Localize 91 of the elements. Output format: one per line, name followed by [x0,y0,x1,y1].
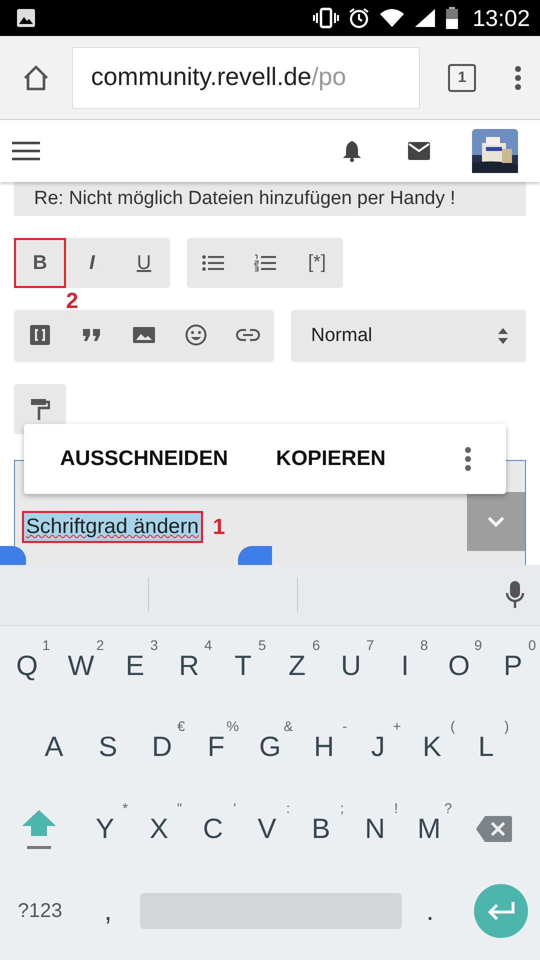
key[interactable]: H - [297,712,351,782]
key[interactable]: . [402,876,458,946]
key[interactable]: B ; [294,794,348,864]
image-icon [16,8,36,28]
key-hint: * [122,800,128,816]
key[interactable]: I 8 [378,631,432,701]
key-hint: : [286,800,290,816]
key[interactable]: O 9 [432,631,486,701]
alarm-icon [348,7,370,29]
key-hint: " [177,800,182,816]
key[interactable]: M ? [402,794,456,864]
key-hint: ) [504,718,509,734]
tab-count-button[interactable]: 1 [448,64,476,92]
image-icon [133,327,155,343]
expand-button[interactable] [467,492,525,551]
paint-roller-icon [30,398,50,420]
key-hint: ! [394,800,398,816]
key[interactable]: X " [132,794,186,864]
sort-arrows-icon [498,328,508,344]
menu-icon[interactable] [12,141,40,161]
clock-time: 13:02 [472,4,530,32]
key[interactable]: F % [189,712,243,782]
font-size-select[interactable]: Normal [291,310,526,362]
key-hint: 3 [150,637,158,653]
enter-icon [487,902,515,920]
subject-field[interactable]: Re: Nicht möglich Dateien hinzufügen per Handy ! [14,182,526,216]
smiley-icon [185,324,207,346]
key[interactable]: S [81,712,135,782]
annotation-number: 1 [212,514,226,540]
backspace-icon [476,816,512,842]
numbered-list-icon [254,254,276,272]
key-hint: 4 [204,637,212,653]
quote-icon [83,329,101,341]
key[interactable]: , [80,876,136,946]
underline-button[interactable]: U [118,238,170,288]
key-hint: ( [450,718,455,734]
shift-icon [21,808,57,850]
menu-icon[interactable] [514,64,522,90]
mail-icon[interactable] [408,142,430,160]
battery-icon [445,7,460,29]
key[interactable]: G & [243,712,297,782]
key[interactable]: L ) [459,712,513,782]
key-hint: 7 [366,637,374,653]
key[interactable]: Q 1 [0,631,54,701]
key[interactable]: Z 6 [270,631,324,701]
chevron-down-icon [487,516,505,526]
key-hint: € [177,718,185,734]
key-hint: ' [233,800,236,816]
key[interactable]: Y * [78,794,132,864]
symbols-key[interactable]: ?123 [0,876,80,946]
key[interactable]: P 0 [486,631,540,701]
key[interactable]: J + [351,712,405,782]
text-button[interactable]: [*] [291,238,343,288]
key-hint: 6 [312,637,320,653]
annotation-number: 2 [66,288,78,314]
signal-icon [414,8,436,28]
key[interactable]: N ! [348,794,402,864]
key[interactable]: R 4 [162,631,216,701]
key[interactable]: T 5 [216,631,270,701]
key-hint: ; [340,800,344,816]
code-icon [30,325,50,345]
key-hint: % [226,718,239,734]
key-hint: 0 [528,637,536,653]
home-icon[interactable] [22,64,50,92]
address-bar[interactable]: community.revell.de/po [72,46,420,108]
key-hint: + [392,718,401,734]
more-icon[interactable] [464,446,472,472]
key[interactable]: W 2 [54,631,108,701]
key-hint: & [284,718,293,734]
key[interactable]: D € [135,712,189,782]
key-hint: 8 [420,637,428,653]
italic-button[interactable]: I [66,238,118,288]
selected-text: Schriftgrad ändern [24,513,201,541]
key-hint: 9 [474,637,482,653]
link-icon [236,328,260,342]
key-hint: ? [444,800,452,816]
key-hint: 1 [42,637,50,653]
bell-icon[interactable] [342,140,362,162]
key[interactable]: V : [240,794,294,864]
microphone-icon[interactable] [506,581,524,609]
key[interactable]: C ' [186,794,240,864]
key-hint: 2 [96,637,104,653]
key[interactable]: A [27,712,81,782]
wifi-icon [379,8,406,28]
key-hint: 5 [258,637,266,653]
bullet-list-icon [202,255,224,271]
key-hint: - [342,718,347,734]
key[interactable]: U 7 [324,631,378,701]
vibrate-icon [313,7,340,29]
key[interactable]: K ( [405,712,459,782]
key[interactable]: E 3 [108,631,162,701]
